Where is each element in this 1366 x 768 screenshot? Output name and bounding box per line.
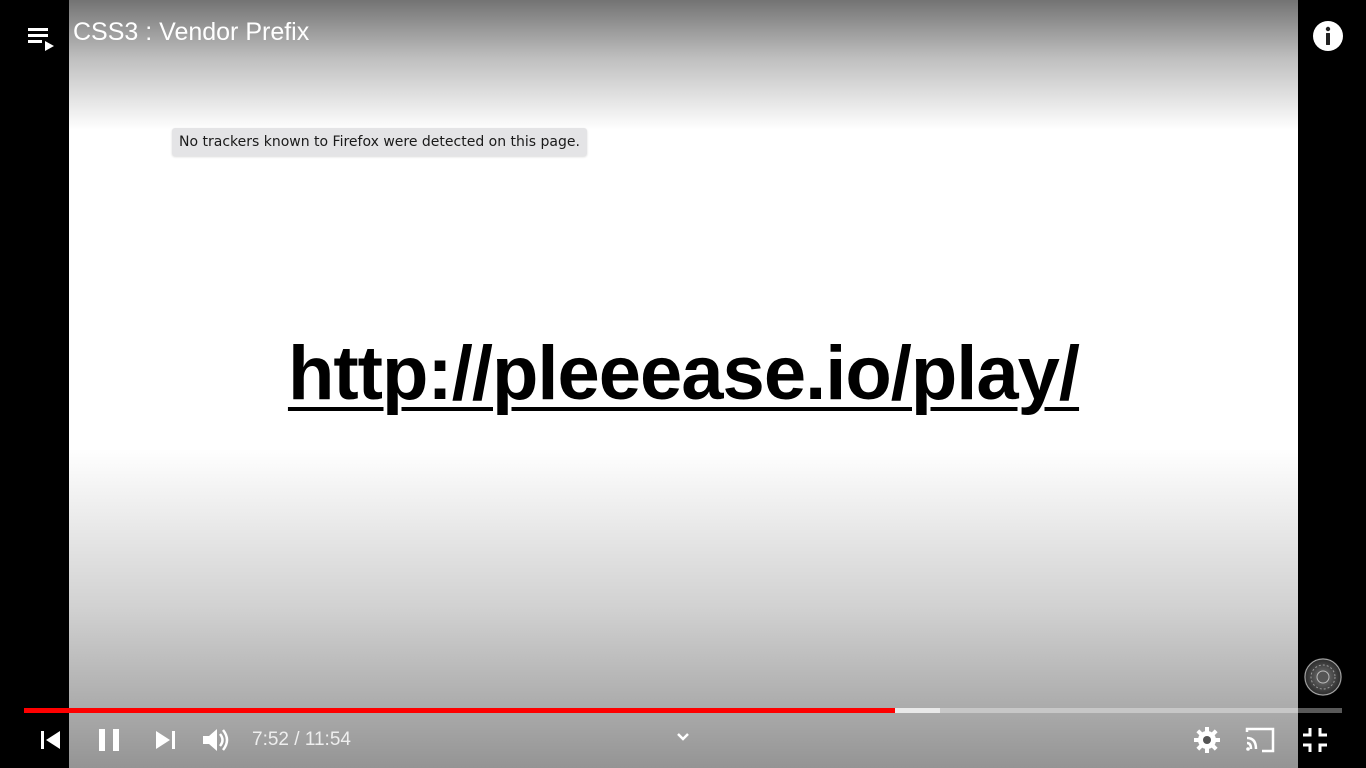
exit-fullscreen-button[interactable]: [1297, 722, 1333, 758]
cast-button[interactable]: [1242, 722, 1278, 758]
info-button[interactable]: [1312, 20, 1344, 52]
channel-logo-icon: [1304, 658, 1342, 696]
video-player[interactable]: http://pleeease.io/play/ CSS3 : Vendor P…: [0, 0, 1366, 768]
previous-button[interactable]: [33, 722, 69, 758]
slide-url-label: http://pleeease.io/play/: [287, 331, 1080, 416]
skip-previous-icon: [41, 731, 60, 749]
volume-icon: [203, 729, 229, 751]
gear-icon: [1194, 727, 1220, 753]
expand-button[interactable]: [665, 719, 701, 755]
pause-icon: [99, 729, 119, 751]
volume-button[interactable]: [199, 722, 235, 758]
channel-watermark[interactable]: [1304, 658, 1342, 696]
time-separator: /: [294, 729, 300, 750]
video-title[interactable]: CSS3 : Vendor Prefix: [73, 18, 309, 47]
exit-fullscreen-icon: [1303, 728, 1327, 752]
slide-url-text: http://pleeease.io/play/: [69, 336, 1298, 412]
current-time: 7:52: [252, 729, 289, 750]
tracker-tooltip: No trackers known to Firefox were detect…: [172, 128, 587, 156]
letterbox-right: [1298, 0, 1366, 768]
settings-button[interactable]: [1189, 722, 1225, 758]
letterbox-left: [0, 0, 69, 768]
chevron-down-icon: [677, 733, 689, 741]
pause-button[interactable]: [91, 722, 127, 758]
playlist-icon: [28, 28, 54, 51]
next-button[interactable]: [147, 722, 183, 758]
video-frame[interactable]: http://pleeease.io/play/: [69, 0, 1298, 768]
progress-bar[interactable]: [24, 708, 1342, 713]
playlist-button[interactable]: [26, 24, 56, 54]
info-icon: [1313, 21, 1343, 51]
cast-icon: [1245, 727, 1275, 753]
duration: 11:54: [304, 729, 351, 750]
skip-next-icon: [156, 731, 175, 749]
progress-played: [24, 708, 896, 713]
time-display: 7:52 / 11:54: [252, 729, 351, 751]
